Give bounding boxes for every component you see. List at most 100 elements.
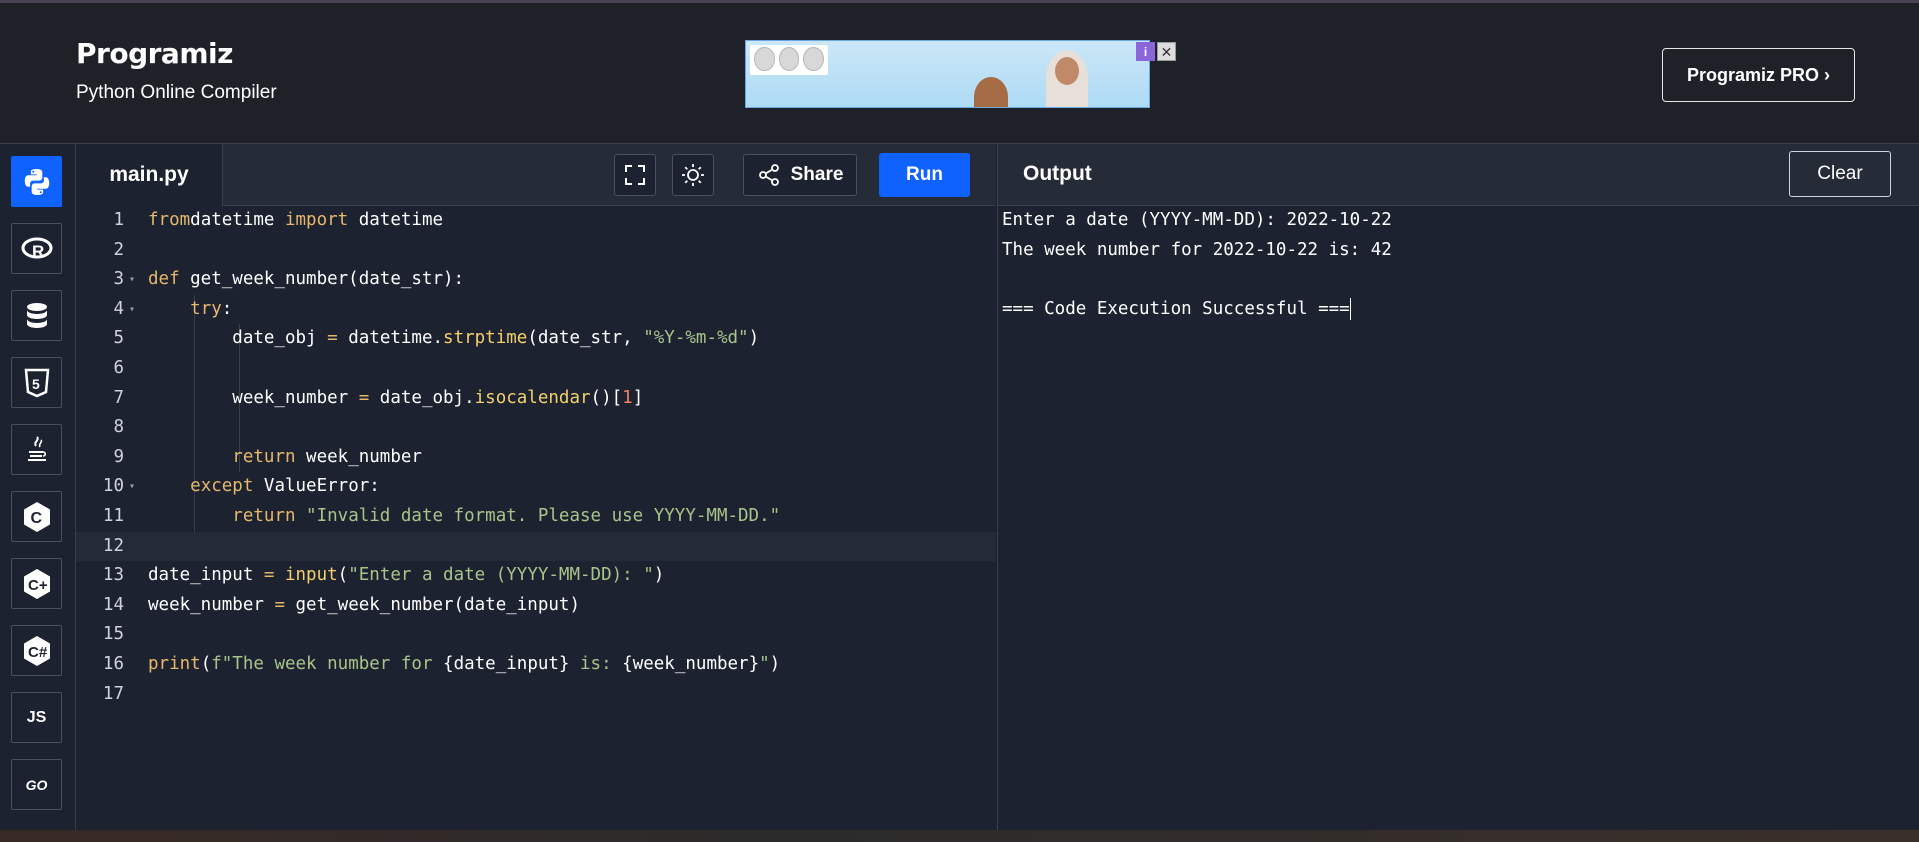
sidebar-item-c[interactable]: C xyxy=(11,491,62,542)
ad-emblems xyxy=(750,45,828,75)
header: Programiz Python Online Compiler i ✕ Pro… xyxy=(0,3,1919,144)
code-token: strptime xyxy=(443,328,528,349)
code-token: return xyxy=(232,506,296,526)
code-line[interactable]: 17 xyxy=(76,680,996,710)
output-toolbar: Output Clear xyxy=(997,144,1919,206)
code-line[interactable]: 14 week_number = get_week_number(date_inp… xyxy=(76,591,996,621)
advertisement-banner[interactable] xyxy=(745,40,1150,108)
code-editor[interactable]: 1 fromdatetime import datetime 2 3 ▾ def get_… xyxy=(76,206,996,838)
code-token: ValueError: xyxy=(253,476,380,497)
java-icon xyxy=(27,435,46,461)
code-line[interactable]: 2 xyxy=(76,236,996,266)
code-text: date_input = input("Enter a date (YYYY-M… xyxy=(148,561,664,591)
fold-arrow-icon[interactable]: ▾ xyxy=(129,265,135,295)
code-token: date_input xyxy=(148,565,264,586)
run-button[interactable]: Run xyxy=(879,153,970,197)
code-token: from xyxy=(148,210,191,230)
code-line[interactable]: 10 ▾ except ValueError: xyxy=(76,472,996,502)
text-cursor xyxy=(1349,297,1351,320)
share-icon xyxy=(758,164,779,186)
database-icon xyxy=(26,302,47,328)
sidebar-item-r[interactable]: R xyxy=(11,223,62,274)
code-token: print xyxy=(148,654,201,674)
programiz-pro-button[interactable]: Programiz PRO › xyxy=(1662,48,1855,102)
sidebar-item-java[interactable] xyxy=(11,424,62,475)
emblem-icon xyxy=(803,47,825,71)
fullscreen-icon xyxy=(625,165,645,185)
python-icon xyxy=(24,168,49,195)
code-line[interactable]: 12 xyxy=(76,531,996,562)
page-subtitle: Python Online Compiler xyxy=(76,82,277,103)
code-line[interactable]: 6 xyxy=(76,354,996,384)
logo-block[interactable]: Programiz Python Online Compiler xyxy=(76,37,277,104)
js-icon: JS xyxy=(26,708,47,726)
code-text: date_obj = datetime.strptime(date_str, "… xyxy=(148,324,759,354)
svg-text:C: C xyxy=(30,510,42,527)
code-line[interactable]: 8 xyxy=(76,413,996,443)
code-line[interactable]: 5 date_obj = datetime.strptime(date_str,… xyxy=(76,324,996,354)
fullscreen-button[interactable] xyxy=(614,154,656,196)
svg-text:5: 5 xyxy=(32,376,40,392)
line-number: 11 xyxy=(102,506,124,526)
sidebar-item-python[interactable] xyxy=(11,156,62,207)
sidebar-item-sql[interactable] xyxy=(11,290,62,341)
code-token: get_week_number(date_input) xyxy=(284,594,580,615)
c-icon: C xyxy=(23,501,50,532)
window-bottom-strip xyxy=(0,830,1919,842)
code-line[interactable]: 4 ▾ try: xyxy=(76,295,996,325)
share-button[interactable]: Share xyxy=(743,154,857,196)
theme-toggle-button[interactable] xyxy=(672,154,714,196)
logo-text: Programiz xyxy=(76,37,233,70)
line-number: 17 xyxy=(102,683,124,704)
line-number: 5 xyxy=(113,328,124,349)
fold-arrow-icon[interactable]: ▾ xyxy=(129,295,135,325)
code-token: "Invalid date format. Please use YYYY-MM… xyxy=(295,506,781,526)
code-line[interactable]: 16 print(f"The week number for {date_inpu… xyxy=(76,650,996,680)
code-token: date_obj. xyxy=(369,387,475,408)
code-token: f"The week number for xyxy=(211,654,444,674)
go-icon: GO xyxy=(25,776,48,793)
line-number: 13 xyxy=(102,565,124,586)
ad-close-icon[interactable]: ✕ xyxy=(1157,42,1176,61)
sidebar-item-csharp[interactable]: C# xyxy=(11,625,62,676)
code-token: " xyxy=(759,654,770,674)
code-text: return "Invalid date format. Please use … xyxy=(148,502,780,532)
programiz-logo[interactable]: Programiz xyxy=(76,37,277,70)
code-line[interactable]: 7 week_number = date_obj.isocalendar()[1… xyxy=(76,384,996,414)
ad-image-person xyxy=(1046,51,1088,107)
line-number: 1 xyxy=(113,210,124,230)
code-line[interactable]: 15 xyxy=(76,620,996,650)
output-line: Enter a date (YYYY-MM-DD): 2022-10-22 xyxy=(1002,210,1392,230)
code-token: ()[ xyxy=(590,387,623,408)
ad-info-icon[interactable]: i xyxy=(1136,42,1155,61)
output-console[interactable]: Enter a date (YYYY-MM-DD): 2022-10-22 The… xyxy=(997,206,1919,838)
code-line[interactable]: 3 ▾ def get_week_number(date_str): xyxy=(76,265,996,295)
code-token: = xyxy=(358,387,370,408)
line-number: 4 xyxy=(113,298,124,319)
code-line[interactable]: 11 return "Invalid date format. Please u… xyxy=(76,502,996,532)
html5-icon: 5 xyxy=(24,368,49,397)
sidebar-item-cpp[interactable]: C+ xyxy=(11,558,62,609)
file-tab-main[interactable]: main.py xyxy=(76,144,223,206)
code-line[interactable]: 1 fromdatetime import datetime xyxy=(76,206,996,236)
editor-toolbar: main.py Share Run xyxy=(76,144,996,206)
code-token: try xyxy=(190,298,222,319)
code-line[interactable]: 13 date_input = input("Enter a date (YYYY… xyxy=(76,561,996,591)
sidebar-item-go[interactable]: GO xyxy=(11,759,62,810)
clear-button[interactable]: Clear xyxy=(1789,151,1891,197)
line-number: 6 xyxy=(113,358,124,378)
code-token: week_number xyxy=(148,387,359,408)
fold-arrow-icon[interactable]: ▾ xyxy=(129,472,135,502)
sidebar-item-html[interactable]: 5 xyxy=(11,357,62,408)
code-text: return week_number xyxy=(148,443,422,473)
share-label: Share xyxy=(790,164,844,185)
code-line[interactable]: 9 return week_number xyxy=(76,443,996,473)
sidebar-item-js[interactable]: JS xyxy=(11,692,62,743)
code-token: ) xyxy=(769,654,781,674)
code-token: = xyxy=(263,565,275,586)
ad-image-person xyxy=(974,77,1008,107)
code-token: : xyxy=(221,298,233,319)
code-text: print(f"The week number for {date_input}… xyxy=(148,650,780,680)
code-token: ) xyxy=(748,328,760,349)
